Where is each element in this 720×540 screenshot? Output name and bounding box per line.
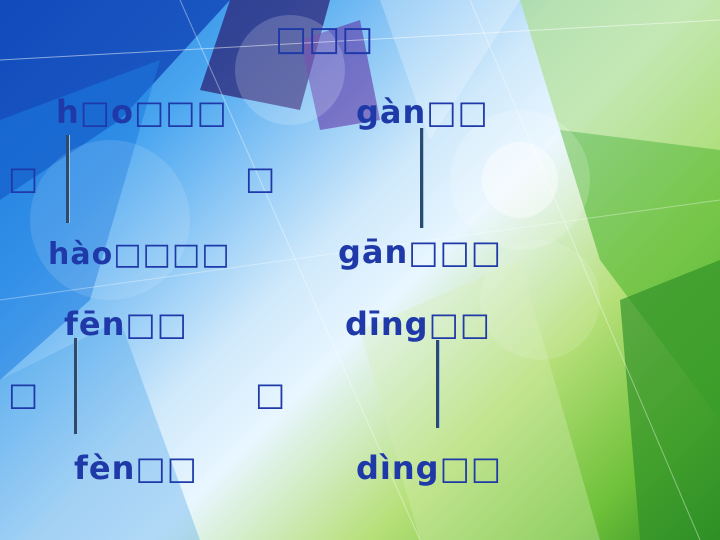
bracket-line-left-1 (66, 135, 69, 223)
character-mid-2: □ (255, 375, 287, 413)
slide-title: □□□ (275, 19, 375, 59)
slide: □□□ h□o□□□ gàn□□ □ □ hào□□□□ gān□□□ fēn□… (0, 0, 720, 540)
character-left-2: □ (8, 375, 40, 413)
pinyin-ding-first-tone: dīng□□ (345, 305, 492, 343)
character-mid-1: □ (245, 159, 277, 197)
character-left-1: □ (8, 159, 40, 197)
pinyin-gan-first-tone: gān□□□ (338, 233, 502, 271)
bracket-line-right-2 (436, 340, 439, 428)
pinyin-gan-fourth-tone: gàn□□ (356, 93, 489, 131)
pinyin-fen-first-tone: fēn□□ (64, 305, 188, 343)
bracket-line-left-2 (74, 338, 77, 434)
pinyin-fen-fourth-tone: fèn□□ (74, 449, 198, 487)
bracket-line-right-1 (420, 128, 423, 228)
pinyin-ding-fourth-tone: dìng□□ (356, 449, 503, 487)
pinyin-hao-fourth-tone: hào□□□□ (48, 237, 231, 272)
pinyin-hao-third-tone: h□o□□□ (56, 93, 228, 131)
